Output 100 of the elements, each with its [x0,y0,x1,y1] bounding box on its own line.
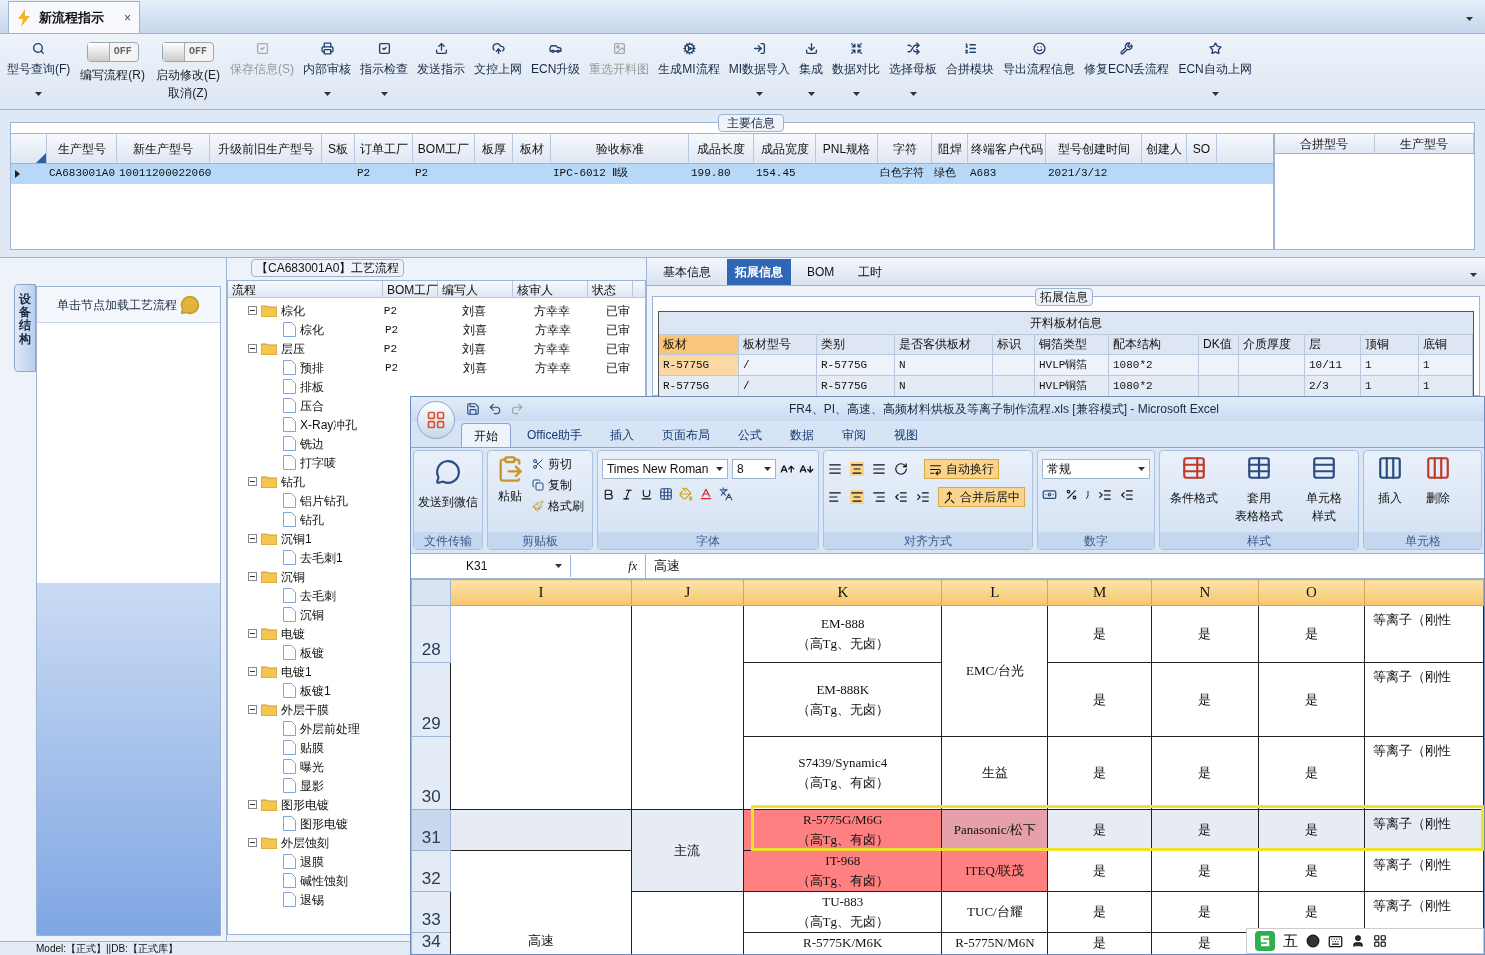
phonetic-icon[interactable] [718,487,733,501]
tree-node[interactable]: 电镀 [281,624,305,643]
column-header[interactable]: K [743,579,942,606]
toolbar-button[interactable]: 型号查询(F) [4,38,74,104]
column-header[interactable]: 订单工厂 [355,134,413,163]
formula-bar[interactable]: 高速 [645,554,1484,578]
collapse-icon[interactable] [248,306,257,315]
grid-icon[interactable] [1373,934,1387,948]
tree-node[interactable]: 图形电镀 [281,795,329,814]
column-header[interactable]: J [631,579,744,606]
toolbar-button[interactable]: 导出流程信息 [1000,38,1079,104]
tree-node[interactable]: 沉铜1 [281,529,312,548]
column-header[interactable]: 板厚 [475,134,513,163]
fill-color-icon[interactable] [678,487,693,501]
number-format-field[interactable]: 常规 [1041,459,1151,479]
collapse-icon[interactable] [248,800,257,809]
name-box[interactable]: K31 [411,555,571,577]
tree-node[interactable]: 曝光 [300,757,324,776]
toolbar-button[interactable]: 内部审核 [300,38,354,104]
format-painter-button[interactable]: 格式刷 [532,497,584,515]
toolbar-button[interactable]: MI数据导入 [725,38,794,104]
row-header[interactable]: 29 [411,662,451,737]
column-header[interactable]: N [1151,579,1259,606]
column-header[interactable]: BOM工厂 [383,281,438,297]
table-format-button[interactable]: 套用 表格格式 [1228,455,1291,525]
tab[interactable]: BOM [799,259,843,285]
column-header[interactable]: 合拼型号 [1275,134,1375,153]
border-icon[interactable] [658,487,673,501]
column-header[interactable]: 核审人 [513,281,588,297]
table-row[interactable]: CA683001A0 10011200022060 P2 P2 IPC-6012 Ⅱ级 199.80 154.45 白色字符 绿色 A683 2021/3/12 [11,164,1273,184]
tab[interactable]: 基本信息 [655,259,719,285]
tree-node[interactable]: X-Ray冲孔 [300,415,358,434]
font-color-icon[interactable] [698,487,713,501]
font-size-field[interactable]: 8 [731,459,776,479]
comma-icon[interactable] [1085,490,1090,499]
toolbar-button[interactable]: 选择母板 [886,38,941,104]
tab[interactable]: 拓展信息 [727,259,791,285]
align-left-icon[interactable] [827,490,842,504]
tree-node[interactable]: 沉铜 [300,605,324,624]
column-header[interactable]: 终端客户代码 [968,134,1046,163]
insert-button[interactable]: 插入 [1368,455,1413,507]
collapse-icon[interactable] [248,534,257,543]
paste-button[interactable]: 粘贴 [492,455,528,505]
column-header[interactable]: 流程 [228,281,383,297]
tree-node[interactable]: 层压 [281,339,305,358]
column-header[interactable]: S板 [322,134,355,163]
undo-icon[interactable] [488,402,502,416]
ribbon-tab[interactable]: 视图 [882,423,931,447]
toolbar-button[interactable]: 指示检查 [357,38,411,104]
column-header[interactable]: 创建人 [1142,134,1187,163]
column-header[interactable]: 升级前旧生产型号 [210,134,322,163]
tree-node[interactable]: 图形电镀 [300,814,348,833]
keyboard-icon[interactable] [1328,933,1343,949]
collapse-icon[interactable] [248,629,257,638]
toolbar-button[interactable]: 集成 [796,38,827,104]
ime-logo-icon[interactable] [1255,931,1275,951]
tree-node[interactable]: 去毛刺 [300,586,336,605]
tree-node[interactable]: 退锡 [300,890,324,909]
orientation-icon[interactable] [893,462,908,476]
toggle-switch[interactable]: OFF [162,42,214,62]
ribbon-tab[interactable]: 公式 [726,423,775,447]
column-header[interactable]: 字符 [878,134,932,163]
row-header[interactable]: 33 [411,891,451,933]
tree-node[interactable]: 贴膜 [300,738,324,757]
toolbar-button[interactable]: 合拼模块 [943,38,998,104]
tree-node[interactable]: 打字唛 [300,453,336,472]
collapse-icon[interactable] [248,838,257,847]
column-header[interactable]: 阻焊 [932,134,968,163]
align-top-icon[interactable] [827,462,842,476]
tab[interactable]: 工时 [850,259,891,285]
column-header[interactable]: PNL规格 [816,134,878,163]
row-header[interactable]: 28 [411,605,451,663]
full-width-icon[interactable] [1306,934,1320,948]
column-header[interactable]: 型号创建时间 [1046,134,1142,163]
ribbon-tab[interactable]: 页面布局 [650,423,723,447]
conditional-format-button[interactable]: 条件格式 [1164,455,1225,507]
column-header[interactable]: M [1047,579,1152,606]
tree-node[interactable]: 棕化 [281,301,305,320]
input-mode[interactable]: 五 [1283,929,1298,953]
vertical-tab[interactable]: 设备结构 [14,284,36,372]
column-header[interactable]: 成品长度 [689,134,754,163]
row-header[interactable]: 31 [411,809,451,851]
close-icon[interactable]: × [124,8,131,27]
tree-node[interactable]: 排板 [300,377,324,396]
tree-node[interactable]: 压合 [300,396,324,415]
column-header[interactable]: 生产型号 [1374,134,1474,153]
column-header[interactable]: 验收标准 [551,134,689,163]
tree-node[interactable]: 外层蚀刻 [281,833,329,852]
tree-node[interactable]: 板镀1 [300,681,331,700]
align-middle-icon[interactable] [849,462,864,476]
tree-node[interactable]: 退膜 [300,852,324,871]
column-header[interactable]: O [1258,579,1365,606]
cut-button[interactable]: 剪切 [532,455,584,473]
font-name-field[interactable]: Times New Roman [601,459,728,479]
toolbar-button[interactable]: 数据对比 [829,38,884,104]
toggle-switch[interactable]: OFF [86,42,139,62]
column-header[interactable]: 新生产型号 [117,134,210,163]
save-icon[interactable] [466,402,480,416]
office-button[interactable] [417,401,455,439]
indent-increase-icon[interactable] [915,490,930,504]
